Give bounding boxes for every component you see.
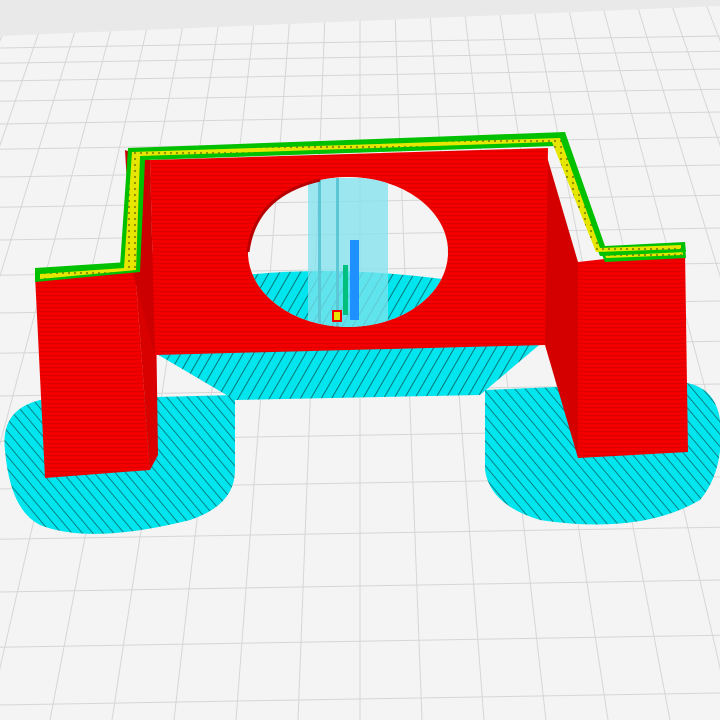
left-foot-front [35, 270, 150, 478]
scene-canvas[interactable] [0, 0, 720, 720]
support-infill [350, 240, 359, 320]
right-foot-front [578, 250, 688, 458]
layer-view-viewport[interactable] [0, 0, 720, 720]
